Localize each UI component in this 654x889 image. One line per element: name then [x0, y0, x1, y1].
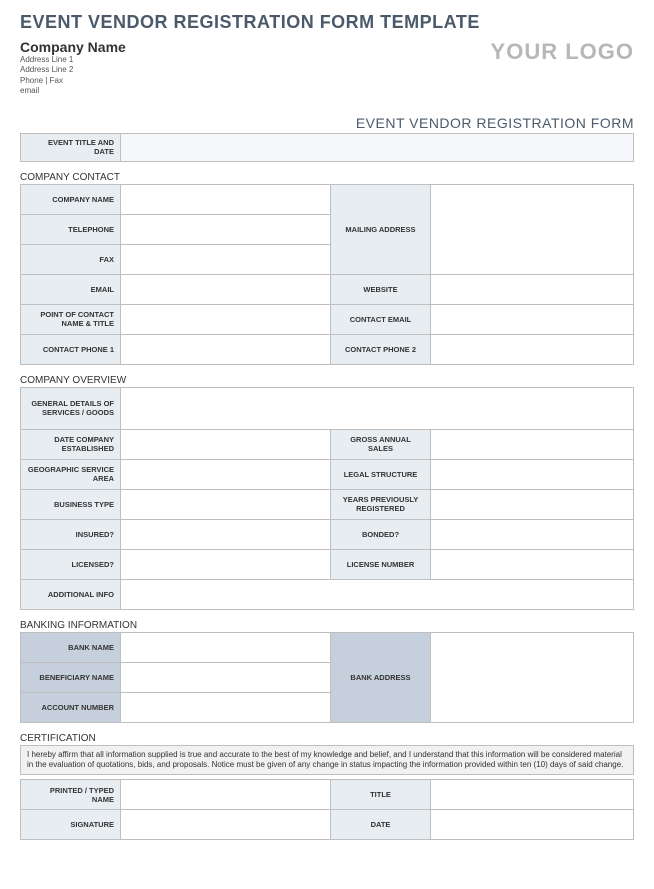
label-telephone: TELEPHONE: [21, 214, 121, 244]
value-printed[interactable]: [121, 780, 331, 810]
event-table: EVENT TITLE AND DATE: [20, 133, 634, 162]
value-contact-phone1[interactable]: [121, 334, 331, 364]
company-email: email: [20, 86, 126, 96]
label-legal: LEGAL STRUCTURE: [331, 459, 431, 489]
value-telephone[interactable]: [121, 214, 331, 244]
value-signature[interactable]: [121, 810, 331, 840]
label-email: EMAIL: [21, 274, 121, 304]
section-banking-title: BANKING INFORMATION: [20, 620, 634, 631]
value-poc[interactable]: [121, 304, 331, 334]
section-cert-title: CERTIFICATION: [20, 733, 634, 744]
company-address1: Address Line 1: [20, 55, 126, 65]
label-website: WEBSITE: [331, 274, 431, 304]
value-bank-name[interactable]: [121, 632, 331, 662]
logo-placeholder: YOUR LOGO: [491, 39, 634, 65]
label-details: GENERAL DETAILS OF SERVICES / GOODS: [21, 387, 121, 429]
page-title: EVENT VENDOR REGISTRATION FORM TEMPLATE: [20, 12, 634, 33]
label-bank-name: BANK NAME: [21, 632, 121, 662]
value-fax[interactable]: [121, 244, 331, 274]
value-btype[interactable]: [121, 489, 331, 519]
label-contact-email: CONTACT EMAIL: [331, 304, 431, 334]
value-beneficiary[interactable]: [121, 662, 331, 692]
value-gross-sales[interactable]: [431, 429, 634, 459]
value-additional[interactable]: [121, 579, 634, 609]
value-geo[interactable]: [121, 459, 331, 489]
form-title: EVENT VENDOR REGISTRATION FORM: [20, 115, 634, 131]
label-contact-phone2: CONTACT PHONE 2: [331, 334, 431, 364]
value-title[interactable]: [431, 780, 634, 810]
value-bank-address[interactable]: [431, 632, 634, 722]
label-company-name: COMPANY NAME: [21, 184, 121, 214]
section-contact-title: COMPANY CONTACT: [20, 172, 634, 183]
value-license-no[interactable]: [431, 549, 634, 579]
cert-text: I hereby affirm that all information sup…: [20, 745, 634, 776]
label-btype: BUSINESS TYPE: [21, 489, 121, 519]
cert-table: PRINTED / TYPED NAME TITLE SIGNATURE DAT…: [20, 779, 634, 840]
value-bonded[interactable]: [431, 519, 634, 549]
company-block: Company Name Address Line 1 Address Line…: [20, 39, 126, 97]
company-phonefax: Phone | Fax: [20, 76, 126, 86]
label-account: ACCOUNT NUMBER: [21, 692, 121, 722]
value-years[interactable]: [431, 489, 634, 519]
label-license-no: LICENSE NUMBER: [331, 549, 431, 579]
label-bonded: BONDED?: [331, 519, 431, 549]
value-contact-phone2[interactable]: [431, 334, 634, 364]
label-bank-address: BANK ADDRESS: [331, 632, 431, 722]
value-licensed[interactable]: [121, 549, 331, 579]
value-email[interactable]: [121, 274, 331, 304]
label-signature: SIGNATURE: [21, 810, 121, 840]
label-licensed: LICENSED?: [21, 549, 121, 579]
label-date: DATE: [331, 810, 431, 840]
header-row: Company Name Address Line 1 Address Line…: [20, 39, 634, 97]
value-website[interactable]: [431, 274, 634, 304]
value-account[interactable]: [121, 692, 331, 722]
label-contact-phone1: CONTACT PHONE 1: [21, 334, 121, 364]
event-title-label: EVENT TITLE AND DATE: [21, 133, 121, 161]
label-additional: ADDITIONAL INFO: [21, 579, 121, 609]
value-details[interactable]: [121, 387, 634, 429]
section-overview-title: COMPANY OVERVIEW: [20, 375, 634, 386]
contact-table: COMPANY NAME MAILING ADDRESS TELEPHONE F…: [20, 184, 634, 365]
label-poc: POINT OF CONTACT NAME & TITLE: [21, 304, 121, 334]
label-insured: INSURED?: [21, 519, 121, 549]
label-mailing-address: MAILING ADDRESS: [331, 184, 431, 274]
value-company-name[interactable]: [121, 184, 331, 214]
banking-table: BANK NAME BANK ADDRESS BENEFICIARY NAME …: [20, 632, 634, 723]
label-years: YEARS PREVIOUSLY REGISTERED: [331, 489, 431, 519]
label-title: TITLE: [331, 780, 431, 810]
label-fax: FAX: [21, 244, 121, 274]
value-contact-email[interactable]: [431, 304, 634, 334]
value-insured[interactable]: [121, 519, 331, 549]
label-geo: GEOGRAPHIC SERVICE AREA: [21, 459, 121, 489]
label-established: DATE COMPANY ESTABLISHED: [21, 429, 121, 459]
value-established[interactable]: [121, 429, 331, 459]
overview-table: GENERAL DETAILS OF SERVICES / GOODS DATE…: [20, 387, 634, 610]
company-address2: Address Line 2: [20, 65, 126, 75]
label-beneficiary: BENEFICIARY NAME: [21, 662, 121, 692]
company-name: Company Name: [20, 39, 126, 55]
value-mailing-address[interactable]: [431, 184, 634, 274]
label-printed: PRINTED / TYPED NAME: [21, 780, 121, 810]
value-date[interactable]: [431, 810, 634, 840]
label-gross-sales: GROSS ANNUAL SALES: [331, 429, 431, 459]
event-title-value[interactable]: [121, 133, 634, 161]
value-legal[interactable]: [431, 459, 634, 489]
